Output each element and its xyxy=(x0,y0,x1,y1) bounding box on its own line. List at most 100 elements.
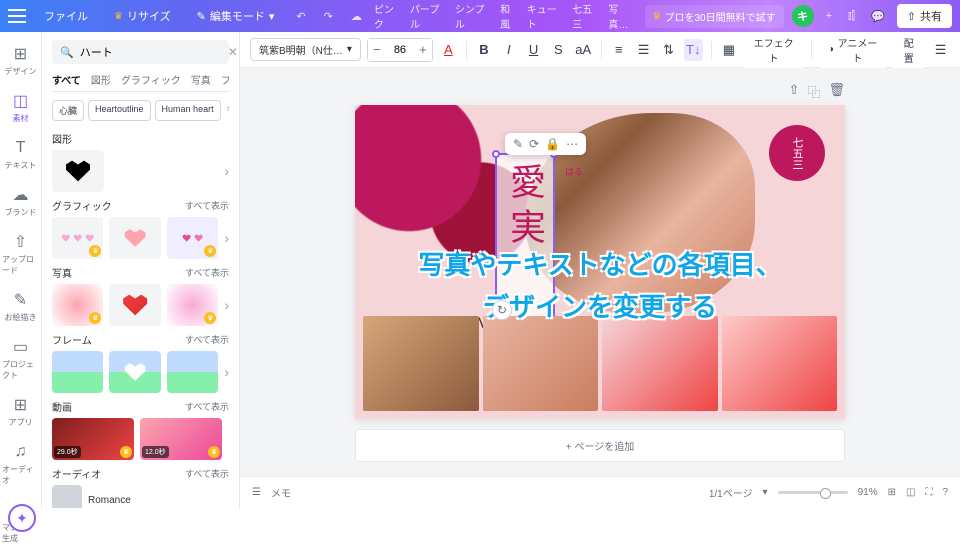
rail-brand[interactable]: ☁ブランド xyxy=(0,179,41,224)
photo-frame[interactable] xyxy=(602,316,718,411)
frame-thumb[interactable] xyxy=(167,351,218,393)
resize-handle[interactable] xyxy=(492,150,500,158)
undo-icon[interactable]: ↶ xyxy=(292,6,309,27)
avatar[interactable]: キ xyxy=(792,5,814,27)
spacing-icon[interactable]: ⇅ xyxy=(659,39,678,61)
decrease-button[interactable]: − xyxy=(368,39,386,61)
add-page-button[interactable]: + ページを追加 xyxy=(355,429,845,462)
edit-mode-button[interactable]: ✎編集モード▾ xyxy=(189,4,283,28)
see-all-link[interactable]: すべて表示 xyxy=(185,199,229,212)
edit-icon[interactable]: ✎ xyxy=(513,137,523,151)
zoom-slider[interactable] xyxy=(778,491,848,494)
file-menu[interactable]: ファイル xyxy=(36,4,96,28)
rail-design[interactable]: ⊞デザイン xyxy=(0,38,41,83)
share-button[interactable]: ⇧共有 xyxy=(897,4,952,28)
photo-frame[interactable] xyxy=(722,316,838,411)
tab-shapes[interactable]: 図形 xyxy=(91,72,111,87)
chevron-right-icon[interactable]: › xyxy=(224,163,229,179)
audio-thumb[interactable] xyxy=(52,485,82,508)
underline-icon[interactable]: U xyxy=(524,39,543,61)
video-thumb[interactable]: 29.0秒♛ xyxy=(52,418,134,460)
graphic-thumb[interactable] xyxy=(109,217,160,259)
analytics-icon[interactable]: ⫾⫿ xyxy=(844,6,859,27)
tag[interactable]: 写真… xyxy=(608,1,636,31)
rail-text[interactable]: Tテキスト xyxy=(0,132,41,177)
help-icon[interactable]: ? xyxy=(942,487,948,498)
rail-audio[interactable]: ♫オーディオ xyxy=(0,436,41,492)
rail-elements[interactable]: ◫素材 xyxy=(0,85,41,130)
vertical-text-icon[interactable]: T↓ xyxy=(684,39,703,61)
frame-thumb[interactable] xyxy=(109,351,160,393)
chip[interactable]: Heartoutline xyxy=(88,100,151,121)
see-all-link[interactable]: すべて表示 xyxy=(185,467,229,480)
photo-frame[interactable] xyxy=(483,316,599,411)
chevron-right-icon[interactable]: › xyxy=(224,364,229,380)
font-size-input[interactable] xyxy=(386,44,414,56)
see-all-link[interactable]: すべて表示 xyxy=(185,400,229,413)
frame-thumb[interactable] xyxy=(52,351,103,393)
bold-icon[interactable]: B xyxy=(475,39,494,61)
photo-frame[interactable] xyxy=(363,316,479,411)
clear-icon[interactable]: ✕ xyxy=(228,45,238,59)
lock-icon[interactable]: 🔒 xyxy=(545,137,560,151)
memo-label[interactable]: メモ xyxy=(271,485,291,500)
rail-apps[interactable]: ⊞アプリ xyxy=(0,389,41,434)
pro-trial-button[interactable]: ♛プロを30日間無料で試す xyxy=(645,5,784,28)
tab-graphics[interactable]: グラフィック xyxy=(121,72,181,87)
search-input[interactable] xyxy=(80,46,222,58)
chevron-right-icon[interactable]: › xyxy=(224,230,229,246)
more-icon[interactable]: ⋯ xyxy=(566,137,578,151)
rail-upload[interactable]: ⇧アップロード xyxy=(0,226,41,282)
thumbnail-view-icon[interactable]: ◫ xyxy=(906,487,915,498)
photo-thumb[interactable] xyxy=(109,284,160,326)
strikethrough-icon[interactable]: S xyxy=(549,39,568,61)
delete-icon[interactable]: 🗑 xyxy=(828,82,845,101)
effects-button[interactable]: エフェクト xyxy=(744,32,803,68)
duplicate-icon[interactable]: ⿻ xyxy=(807,82,820,101)
list-icon[interactable]: ☰ xyxy=(634,39,653,61)
case-icon[interactable]: aA xyxy=(574,39,593,61)
tag[interactable]: シンプル xyxy=(455,1,492,31)
graphic-thumb[interactable]: ♛ xyxy=(167,217,218,259)
rail-draw[interactable]: ✎お絵描き xyxy=(0,284,41,329)
italic-icon[interactable]: I xyxy=(499,39,518,61)
shape-thumb[interactable] xyxy=(52,150,104,192)
chevron-right-icon[interactable]: › xyxy=(225,100,229,121)
resize-button[interactable]: ♛リサイズ xyxy=(106,4,179,28)
tag[interactable]: 七五三 xyxy=(572,1,600,31)
graphic-thumb[interactable]: ♛ xyxy=(52,217,103,259)
align-icon[interactable]: ≡ xyxy=(609,39,628,61)
rail-projects[interactable]: ▭プロジェクト xyxy=(0,331,41,387)
circle-badge[interactable]: 七五三 xyxy=(769,125,825,181)
redo-icon[interactable]: ↷ xyxy=(320,6,337,27)
chevron-right-icon[interactable]: › xyxy=(224,297,229,313)
tab-photos[interactable]: 写真 xyxy=(191,72,211,87)
memo-icon[interactable]: ☰ xyxy=(252,487,261,498)
text-color-icon[interactable]: A xyxy=(439,39,458,61)
font-select[interactable]: 筑紫B明朝（N仕…▾ xyxy=(250,38,361,61)
see-all-link[interactable]: すべて表示 xyxy=(185,333,229,346)
canvas-scroll[interactable]: ⇧ ⿻ 🗑 七五三 愛 実 はる November xyxy=(240,68,960,476)
menu-icon[interactable] xyxy=(8,9,26,23)
chevron-down-icon[interactable]: ▾ xyxy=(763,487,768,498)
chip[interactable]: Human heart xyxy=(155,100,221,121)
design-canvas[interactable]: 七五三 愛 実 はる November ✎ xyxy=(355,105,845,419)
tag[interactable]: キュート xyxy=(527,1,564,31)
duplicate-icon[interactable]: ⟳ xyxy=(529,137,539,151)
transparency-icon[interactable]: ▦ xyxy=(719,39,738,61)
tab-frames[interactable]: フレー… xyxy=(221,72,229,87)
photo-thumb[interactable]: ♛ xyxy=(52,284,103,326)
magic-fab[interactable]: ✦ xyxy=(8,504,36,532)
add-element-button[interactable]: ↻ xyxy=(492,300,512,320)
tag[interactable]: 和風 xyxy=(500,1,519,31)
position-button[interactable]: 配置 xyxy=(892,32,925,68)
comment-icon[interactable]: 💬 xyxy=(867,6,889,27)
fullscreen-icon[interactable]: ⛶ xyxy=(925,487,932,498)
chip[interactable]: 心臓 xyxy=(52,100,84,121)
photo-thumb[interactable]: ♛ xyxy=(167,284,218,326)
see-all-link[interactable]: すべて表示 xyxy=(185,266,229,279)
increase-button[interactable]: + xyxy=(414,39,432,61)
tag[interactable]: パープル xyxy=(410,1,447,31)
video-thumb[interactable]: 12.0秒♛ xyxy=(140,418,222,460)
more-icon[interactable]: ☰ xyxy=(931,39,950,61)
